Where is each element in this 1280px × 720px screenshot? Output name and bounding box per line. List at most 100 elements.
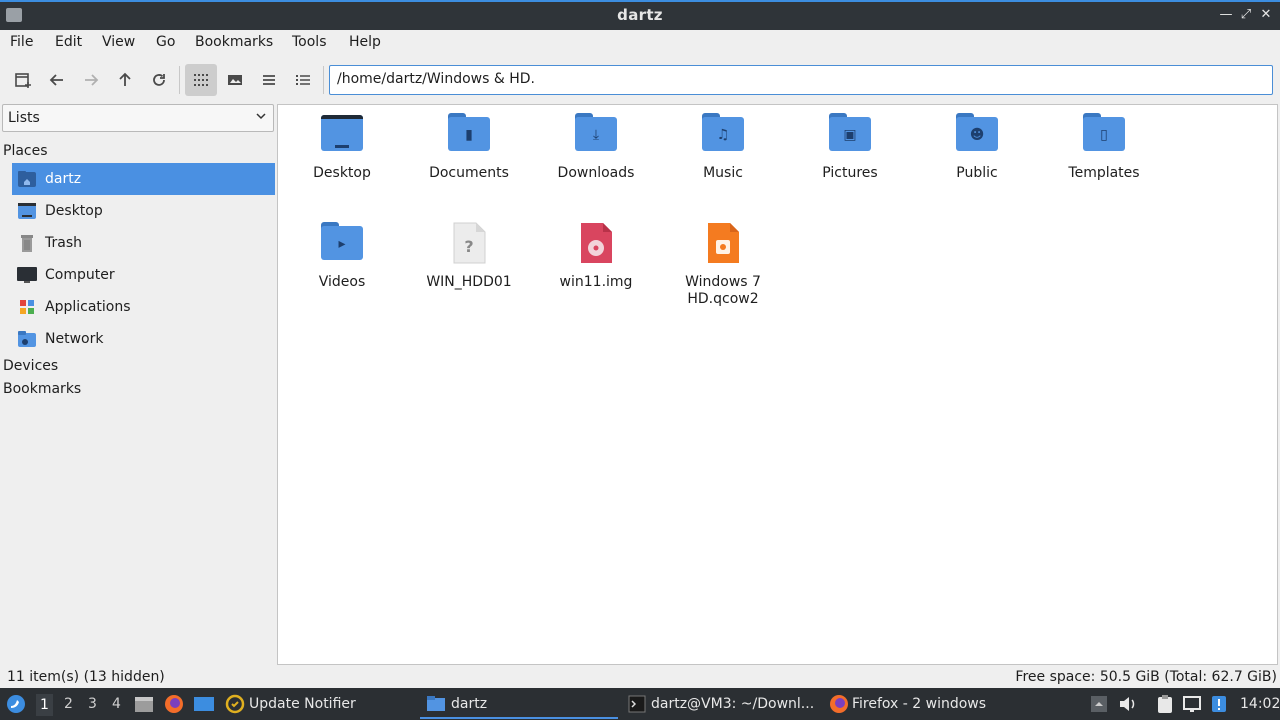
menu-edit[interactable]: Edit — [55, 34, 82, 50]
minimize-button[interactable]: — — [1218, 7, 1234, 23]
maximize-button[interactable]: ⤢ — [1238, 7, 1254, 23]
file-item-downloads[interactable]: ⤓ Downloads — [541, 113, 651, 182]
unknown-file-icon: ? — [448, 222, 490, 266]
task-firefox[interactable]: Firefox - 2 windows — [829, 688, 986, 720]
file-name: Pictures — [822, 165, 878, 181]
clipboard-icon — [1158, 695, 1172, 713]
list-icon — [263, 75, 275, 85]
grid-icon — [194, 74, 208, 86]
menu-file[interactable]: File — [10, 34, 33, 50]
devices-heading[interactable]: Devices — [3, 358, 58, 374]
reload-button[interactable] — [143, 64, 175, 96]
sidebar-item-trash[interactable]: Trash — [12, 227, 275, 259]
workspace-1[interactable]: 1 — [36, 694, 53, 716]
places-heading[interactable]: Places — [3, 143, 48, 159]
file-view[interactable]: Desktop ▮ Documents ⤓ Downloads ♫ Music … — [277, 104, 1278, 665]
file-manager-icon — [135, 697, 153, 712]
network-icon — [16, 329, 38, 349]
show-desktop-launcher[interactable] — [193, 688, 215, 720]
videos-folder-icon: ▸ — [321, 222, 363, 266]
file-item-windows7-qcow2[interactable]: Windows 7 HD.qcow2 — [668, 222, 778, 308]
thumbnail-view-button[interactable] — [219, 64, 251, 96]
info-icon — [1212, 696, 1226, 712]
notification-button[interactable] — [1211, 688, 1227, 720]
back-button[interactable] — [41, 64, 73, 96]
task-label: dartz@VM3: ~/Downl... — [651, 696, 815, 712]
file-item-music[interactable]: ♫ Music — [668, 113, 778, 182]
compact-view-button[interactable] — [253, 64, 285, 96]
downloads-folder-icon: ⤓ — [575, 113, 617, 157]
arrow-left-icon — [49, 74, 63, 86]
public-folder-icon: ☻ — [956, 113, 998, 157]
menu-tools[interactable]: Tools — [292, 34, 327, 50]
file-manager-launcher[interactable] — [134, 688, 154, 720]
detailed-list-icon — [296, 75, 310, 85]
image-icon — [228, 75, 242, 85]
file-item-pictures[interactable]: ▣ Pictures — [795, 113, 905, 182]
file-item-videos[interactable]: ▸ Videos — [287, 222, 397, 291]
file-name: Templates — [1068, 165, 1140, 181]
sidebar-item-network[interactable]: Network — [12, 323, 275, 355]
menu-view[interactable]: View — [102, 34, 135, 50]
desktop-folder-icon — [321, 113, 363, 157]
sidebar-item-computer[interactable]: Computer — [12, 259, 275, 291]
side-pane-mode-select[interactable]: Lists — [2, 104, 274, 132]
trash-icon — [16, 233, 38, 253]
svg-text:?: ? — [464, 237, 473, 256]
file-item-win11-img[interactable]: win11.img — [541, 222, 651, 291]
file-name: Desktop — [313, 165, 371, 181]
applications-icon — [16, 297, 38, 317]
task-update-notifier[interactable]: Update Notifier — [225, 688, 356, 720]
sidebar-item-applications[interactable]: Applications — [12, 291, 275, 323]
network-status-button[interactable] — [1182, 688, 1202, 720]
workspace-4[interactable]: 4 — [112, 696, 121, 712]
sidebar-item-label: Applications — [45, 299, 131, 315]
file-name: Public — [956, 165, 998, 181]
desktop-icon — [16, 201, 38, 221]
new-tab-button[interactable] — [7, 64, 39, 96]
task-label: Update Notifier — [249, 696, 356, 712]
sidebar-item-home[interactable]: dartz — [12, 163, 275, 195]
menu-go[interactable]: Go — [156, 34, 175, 50]
chevron-up-icon — [1091, 696, 1107, 712]
reload-icon — [153, 74, 165, 86]
close-button[interactable]: ✕ — [1258, 7, 1274, 23]
tray-up-button[interactable] — [1090, 688, 1108, 720]
volume-button[interactable] — [1118, 688, 1138, 720]
taskbar: 1 2 3 4 Update Notifier dartz dartz@VM3:… — [0, 688, 1280, 720]
clock[interactable]: 14:02 — [1240, 688, 1280, 720]
bookmarks-heading[interactable]: Bookmarks — [3, 381, 81, 397]
sidebar-item-label: Desktop — [45, 203, 103, 219]
menu-help[interactable]: Help — [349, 34, 381, 50]
title-bar: dartz — ⤢ ✕ — [0, 0, 1280, 30]
icon-view-button[interactable] — [185, 64, 217, 96]
documents-folder-icon: ▮ — [448, 113, 490, 157]
start-menu-button[interactable] — [5, 688, 27, 720]
arrow-up-icon — [119, 72, 131, 86]
forward-button[interactable] — [75, 64, 107, 96]
task-file-manager[interactable]: dartz — [426, 688, 487, 720]
file-item-documents[interactable]: ▮ Documents — [414, 113, 524, 182]
desktop-icon — [194, 697, 214, 711]
workspace-3[interactable]: 3 — [88, 696, 97, 712]
file-name: win11.img — [559, 274, 633, 290]
file-item-desktop[interactable]: Desktop — [287, 113, 397, 182]
network-wired-icon — [1183, 696, 1201, 712]
file-item-public[interactable]: ☻ Public — [922, 113, 1032, 182]
path-input[interactable]: /home/dartz/Windows & HD. — [329, 65, 1273, 95]
toolbar-separator — [323, 66, 324, 94]
menu-bar: File Edit View Go Bookmarks Tools Help — [0, 30, 1280, 56]
task-terminal[interactable]: dartz@VM3: ~/Downl... — [628, 688, 814, 720]
file-item-templates[interactable]: ▯ Templates — [1049, 113, 1159, 182]
firefox-launcher[interactable] — [164, 688, 184, 720]
terminal-icon — [628, 695, 646, 713]
file-item-win-hdd01[interactable]: ? WIN_HDD01 — [414, 222, 524, 291]
workspace-2[interactable]: 2 — [64, 696, 73, 712]
update-notifier-icon — [225, 694, 245, 714]
clipboard-button[interactable] — [1155, 688, 1175, 720]
up-button[interactable] — [109, 64, 141, 96]
file-name: Documents — [429, 165, 509, 181]
detailed-view-button[interactable] — [287, 64, 319, 96]
sidebar-item-desktop[interactable]: Desktop — [12, 195, 275, 227]
menu-bookmarks[interactable]: Bookmarks — [195, 34, 273, 50]
